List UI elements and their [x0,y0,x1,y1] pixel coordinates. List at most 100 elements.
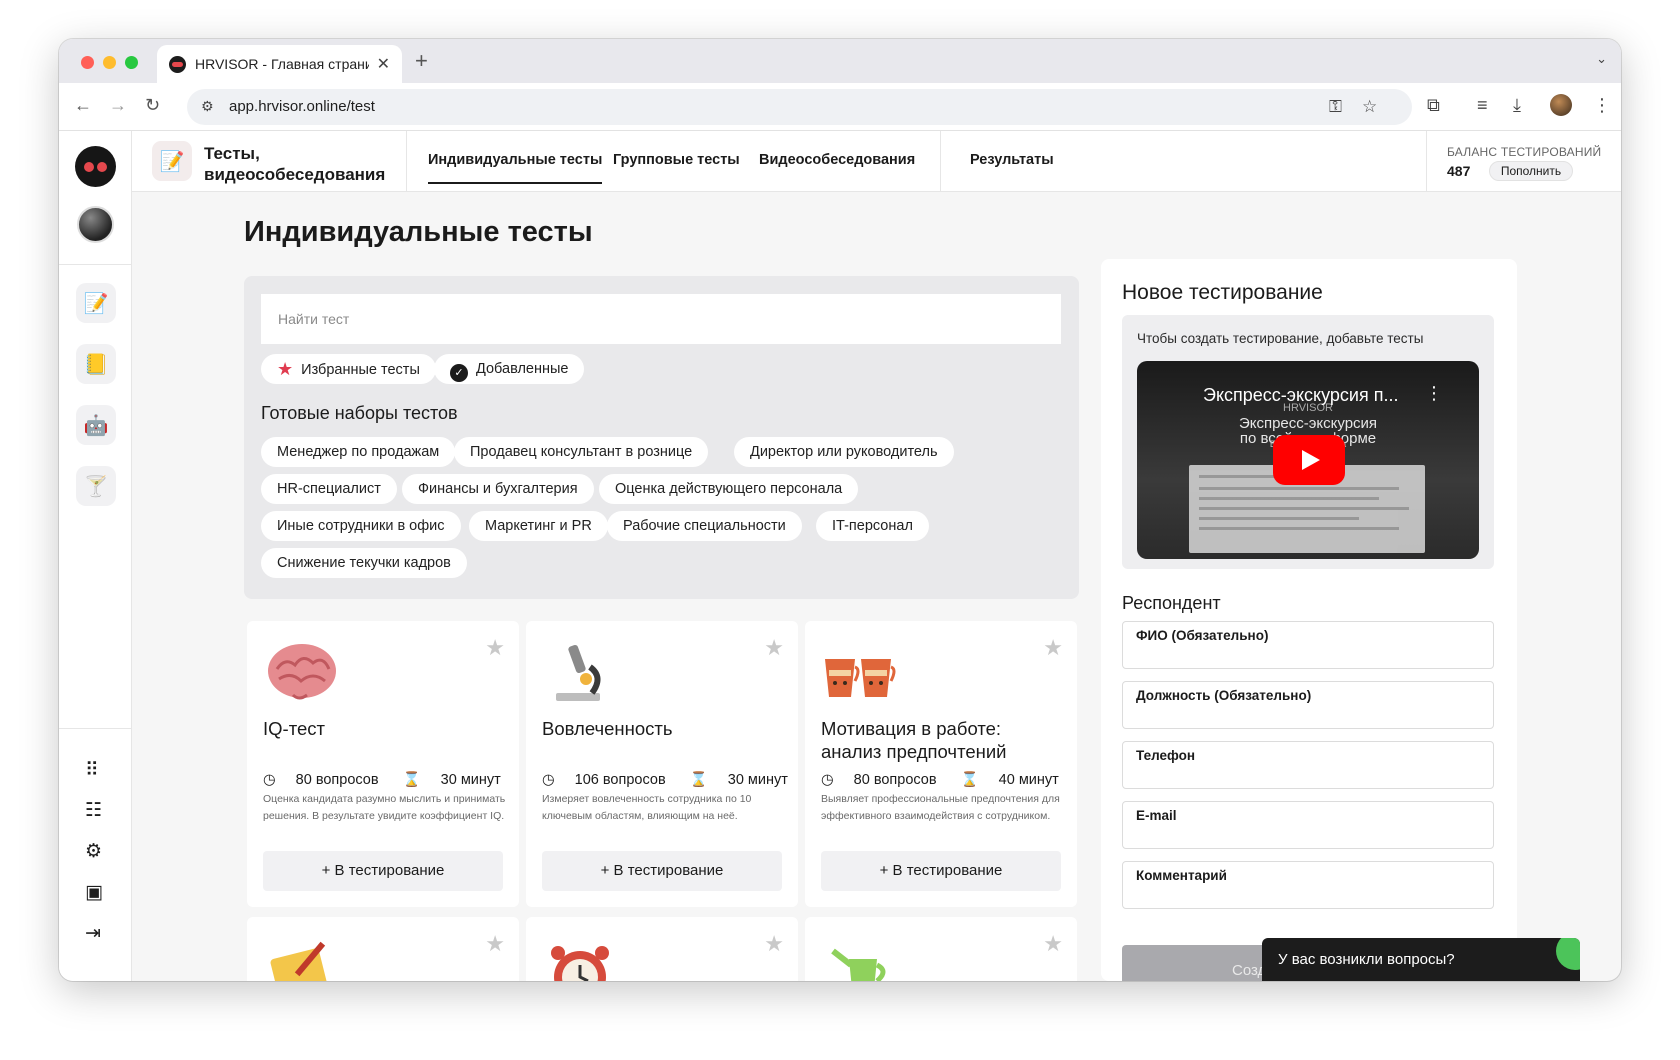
test-card-partial: ★ [247,917,519,981]
window-controls [81,56,138,69]
set-chip[interactable]: HR-специалист [261,474,397,504]
tests-app-icon[interactable]: 📝 [76,283,116,323]
forward-icon[interactable]: → [109,95,127,116]
favorite-star-icon[interactable]: ★ [764,931,784,957]
add-to-testing-button[interactable]: + В тестирование [542,851,782,891]
card-desc: Измеряет вовлеченность сотрудника по 10 … [542,793,752,822]
position-field[interactable]: Должность (Обязательно) [1122,681,1494,729]
watering-can-icon [831,948,886,981]
phone-field[interactable]: Телефон [1122,741,1494,789]
tab-close-icon[interactable]: ✕ [377,54,390,74]
download-icon[interactable]: ⤓ [1513,95,1521,116]
browser-toolbar: ← → ↻ ⚙ app.hrvisor.online/test ⚿ ☆ ⧉ ≡ … [59,83,1621,131]
tests-app-icon: 📝 [152,141,192,181]
topup-button[interactable]: Пополнить [1489,161,1573,181]
set-chip[interactable]: IT-персонал [816,511,929,541]
play-button-icon[interactable] [1273,435,1345,485]
video-more-icon[interactable]: ⋮ [1425,383,1443,404]
browser-tab-active[interactable]: HRVISOR - Главная страница ✕ [157,45,402,83]
reload-icon[interactable]: ↻ [145,95,160,116]
new-testing-panel: Новое тестирование Чтобы создать тестиро… [1101,259,1517,981]
card-title: Мотивация в работе: анализ предпочтений [821,718,1007,762]
video-title: Экспресс-экскурсия п... [1203,385,1399,405]
minimize-window-button[interactable] [103,56,116,69]
page-title: Индивидуальные тесты [244,216,593,248]
clock-icon: ◷ [542,772,555,788]
fio-field[interactable]: ФИО (Обязательно) [1122,621,1494,669]
settings-gear-icon[interactable]: ⚙ [85,840,102,863]
brain-icon [268,644,336,700]
add-to-testing-button[interactable]: + В тестирование [821,851,1061,891]
back-icon[interactable]: ← [74,95,92,116]
star-icon: ★ [277,359,294,379]
card-title: Вовлеченность [542,718,673,739]
tab-group-tests[interactable]: Групповые тесты [613,152,740,168]
favorite-star-icon[interactable]: ★ [485,931,505,957]
tab-results[interactable]: Результаты [970,152,1054,168]
card-meta: ◷ 80 вопросов ⌛ 30 минут [263,772,501,788]
filter-panel: ★Избранные тесты ✓Добавленные Готовые на… [244,276,1079,599]
app-title: Тесты, видеособеседования [204,144,386,184]
extensions-icon[interactable]: ⧉ [1427,95,1440,116]
add-to-testing-button[interactable]: + В тестирование [263,851,503,891]
wallet-icon[interactable]: ▣ [85,881,103,904]
set-chip[interactable]: Директор или руководитель [734,437,954,467]
set-chip[interactable]: Иные сотрудники в офис [261,511,461,541]
url-text[interactable]: app.hrvisor.online/test [229,98,375,115]
user-avatar[interactable] [77,206,114,243]
microscope-icon [556,644,601,701]
card-meta: ◷ 106 вопросов ⌛ 30 минут [542,772,788,788]
media-icon[interactable]: ≡ [1477,95,1488,116]
favorite-star-icon[interactable]: ★ [764,635,784,661]
help-text: У вас возникли вопросы? [1278,951,1455,968]
set-chip[interactable]: Снижение текучки кадров [261,548,467,578]
key-icon[interactable]: ⚿ [1329,97,1342,117]
menu-icon[interactable]: ⋮ [1593,95,1611,116]
favorite-star-icon[interactable]: ★ [1043,931,1063,957]
search-input[interactable] [261,294,1061,344]
site-settings-icon[interactable]: ⚙ [201,98,214,115]
comment-field[interactable]: Комментарий [1122,861,1494,909]
balance-label: БАЛАНС ТЕСТИРОВАНИЙ [1447,145,1602,159]
sets-title: Готовые наборы тестов [261,403,458,423]
cups-icon [825,659,896,697]
favorite-star-icon[interactable]: ★ [485,635,505,661]
apps-grid-icon[interactable]: ⠿ [85,759,99,782]
set-chip[interactable]: Маркетинг и PR [469,511,608,541]
notebook-app-icon[interactable]: 📒 [76,344,116,384]
tutorial-video[interactable]: HRVISOR Экспресс-экскурсия по всей платф… [1137,361,1479,559]
address-bar[interactable]: ⚙ app.hrvisor.online/test ⚿ ☆ [187,89,1412,125]
app-header: 📝 Тесты, видеособеседования Индивидуальн… [132,131,1621,192]
card-meta: ◷ 80 вопросов ⌛ 40 минут [821,772,1059,788]
sliders-icon[interactable]: ☷ [85,799,102,822]
added-filter-chip[interactable]: ✓ Добавленные [434,354,585,384]
tab-search-chevron-icon[interactable]: ⌄ [1596,51,1607,67]
tab-video-interviews[interactable]: Видеособеседования [759,152,915,168]
logout-icon[interactable]: ⇥ [85,922,101,945]
test-card-motivation: ★ Мотивация в работе: анализ предпочтени… [805,621,1077,907]
set-chip[interactable]: Продавец консультант в рознице [454,437,709,467]
set-chip[interactable]: Финансы и бухгалтерия [402,474,594,504]
hourglass-icon: ⌛ [960,772,979,788]
test-card-iq: ★ IQ-тест ◷ 80 вопросов ⌛ 30 минут Оценка … [247,621,519,907]
set-chip[interactable]: Рабочие специальности [607,511,802,541]
close-window-button[interactable] [81,56,94,69]
bookmark-star-icon[interactable]: ☆ [1362,97,1377,117]
hrvisor-logo[interactable] [75,146,116,187]
profile-avatar[interactable] [1550,94,1572,116]
chat-bubble-icon [1556,938,1580,970]
set-chip[interactable]: Оценка действующего персонала [599,474,859,504]
favorites-filter-chip[interactable]: ★ Избранные тесты [261,354,436,384]
funnel-app-icon[interactable]: 🍸 [76,466,116,506]
hourglass-icon: ⌛ [689,772,708,788]
set-chip[interactable]: Менеджер по продажам [261,437,456,467]
new-tab-icon[interactable]: + [415,48,428,74]
tab-individual-tests[interactable]: Индивидуальные тесты [428,152,603,184]
email-field[interactable]: E-mail [1122,801,1494,849]
help-chat-widget[interactable]: У вас возникли вопросы? [1262,938,1580,981]
hourglass-icon: ⌛ [402,772,421,788]
robot-app-icon[interactable]: 🤖 [76,405,116,445]
maximize-window-button[interactable] [125,56,138,69]
app-rail: 📝 📒 🤖 🍸 ⠿ ☷ ⚙ ▣ ⇥ [59,131,132,981]
favorite-star-icon[interactable]: ★ [1043,635,1063,661]
